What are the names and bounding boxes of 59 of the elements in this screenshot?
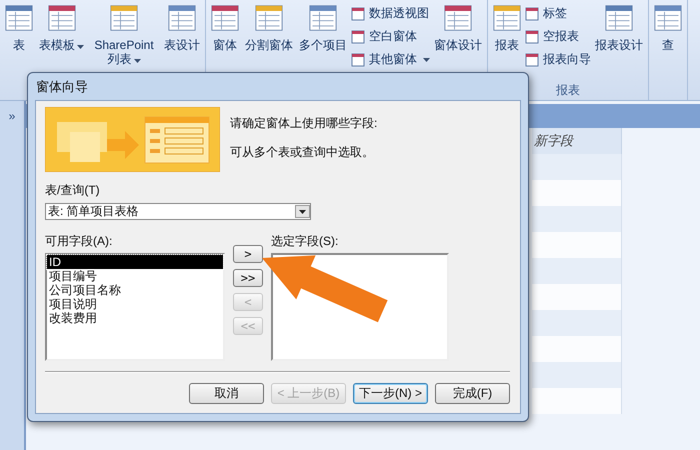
move-button[interactable]: > [233,245,263,263]
caret-icon [299,210,306,214]
form-icon [255,4,283,32]
ribbon-button[interactable]: 标签 [525,5,591,22]
caret-icon [423,58,430,62]
form-icon [5,4,33,32]
document-icon [525,52,539,66]
form-icon [168,4,196,32]
ribbon-button[interactable]: 表设计 [162,4,202,82]
list-item[interactable]: 公司项目名称 [47,283,223,297]
form-icon [48,4,76,32]
document-icon [351,30,365,44]
ribbon-button[interactable]: 空报表 [525,28,591,45]
ribbon-button[interactable]: 报表 [491,4,523,82]
list-item[interactable]: 项目编号 [47,269,223,283]
form-icon [444,4,472,32]
nav-pane-toggle[interactable]: » [0,109,24,123]
field-label: 可用字段(A): [45,233,114,250]
list-item[interactable]: 改装费用 [47,311,223,325]
dropdown-button[interactable] [295,205,310,218]
form-icon [493,4,521,32]
ribbon-button[interactable]: 表 [3,4,35,82]
ribbon-button[interactable]: 查 [652,4,684,82]
dialog-button[interactable]: 取消 [189,383,264,404]
table-query-dropdown[interactable]: 表: 简单项目表格 [45,203,311,220]
ribbon-button[interactable]: 空白窗体 [351,28,430,45]
document-icon [351,6,365,20]
move-button[interactable]: >> [233,269,263,287]
ribbon-button[interactable]: 窗体 [209,4,241,82]
field-label: 选定字段(S): [271,233,340,250]
column-header: 新字段 [532,128,622,154]
document-icon [351,52,365,66]
ribbon-button[interactable]: 分割窗体 [243,4,295,82]
list-item[interactable]: 项目说明 [47,297,223,311]
document-icon [525,6,539,20]
ribbon-button[interactable]: 报表向导 [525,51,591,68]
form-icon [110,4,138,32]
ribbon-button[interactable]: 报表设计 [593,4,645,82]
instruction-text: 可从多个表或查询中选取。 [230,144,375,161]
instruction-text: 请确定窗体上使用哪些字段: [230,115,378,132]
ribbon-button[interactable]: 数据透视图 [351,5,430,22]
field-label: 表/查询(T) [45,182,101,199]
dialog-title: 窗体向导 [35,78,89,96]
available-fields-list[interactable]: ID 项目编号 公司项目名称 项目说明 改装费用 [45,253,225,361]
caret-icon [77,45,84,49]
dialog-button[interactable]: 完成(F) [435,383,510,404]
ribbon-button[interactable]: 窗体设计 [432,4,484,82]
form-icon [211,4,239,32]
group-title: 报表 [555,82,581,99]
caret-icon [134,59,140,63]
ribbon-button[interactable]: SharePoint 列表 [88,4,160,82]
list-item[interactable]: ID [47,255,223,269]
ribbon-button[interactable]: 其他窗体 [351,51,430,68]
ribbon-button[interactable]: 多个项目 [297,4,349,82]
form-icon [605,4,633,32]
form-icon [309,4,337,32]
document-icon [525,30,539,44]
form-icon [654,4,682,32]
dialog-button[interactable]: 下一步(N) > [353,383,428,404]
